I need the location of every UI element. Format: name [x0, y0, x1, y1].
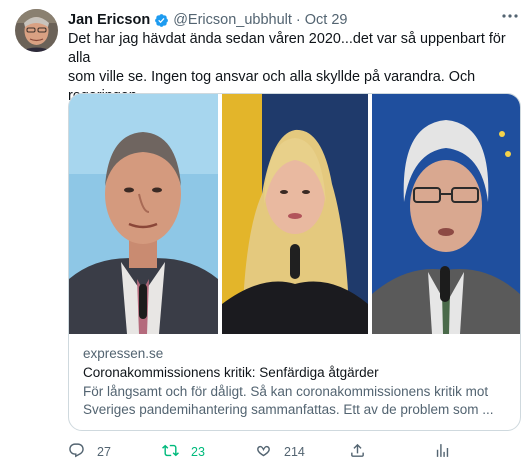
reply-button[interactable]: 27: [68, 443, 111, 461]
like-count: 214: [284, 445, 305, 459]
analytics-button[interactable]: [434, 443, 463, 461]
retweet-icon: [162, 442, 191, 462]
card-title[interactable]: Coronakommissionens kritik: Senfärdiga å…: [83, 364, 508, 382]
card-photo-1: [69, 94, 218, 334]
retweet-button[interactable]: 23: [162, 443, 205, 461]
link-card[interactable]: expressen.se Coronakommissionens kritik:…: [68, 93, 521, 431]
author-name[interactable]: Jan Ericson: [68, 11, 150, 29]
more-dots-icon[interactable]: [500, 8, 520, 24]
card-domain: expressen.se: [83, 346, 164, 361]
analytics-icon: [434, 442, 463, 462]
card-photo-2: [222, 94, 368, 334]
like-button[interactable]: 214: [255, 443, 305, 461]
author-handle[interactable]: @Ericson_ubbhult: [173, 11, 292, 29]
tweet-actions: 27 23 214: [68, 443, 520, 461]
reply-icon: [68, 442, 97, 462]
reply-count: 27: [97, 445, 111, 459]
share-button[interactable]: [349, 443, 378, 461]
tweet-header: Jan Ericson @Ericson_ubbhult · Oct 29: [68, 11, 347, 29]
verified-badge-icon: [154, 13, 169, 28]
tweet-timestamp[interactable]: Oct 29: [305, 11, 348, 29]
share-icon: [349, 442, 378, 462]
retweet-count: 23: [191, 445, 205, 459]
card-image: [69, 94, 520, 334]
card-description: För långsamt och för dåligt. Så kan coro…: [83, 384, 494, 417]
heart-icon: [255, 442, 284, 462]
tweet[interactable]: Jan Ericson @Ericson_ubbhult · Oct 29 De…: [0, 0, 528, 471]
card-photo-3: [372, 94, 520, 334]
card-meta: expressen.se Coronakommissionens kritik:…: [83, 345, 508, 419]
header-separator: ·: [295, 12, 301, 28]
avatar[interactable]: [15, 9, 58, 52]
